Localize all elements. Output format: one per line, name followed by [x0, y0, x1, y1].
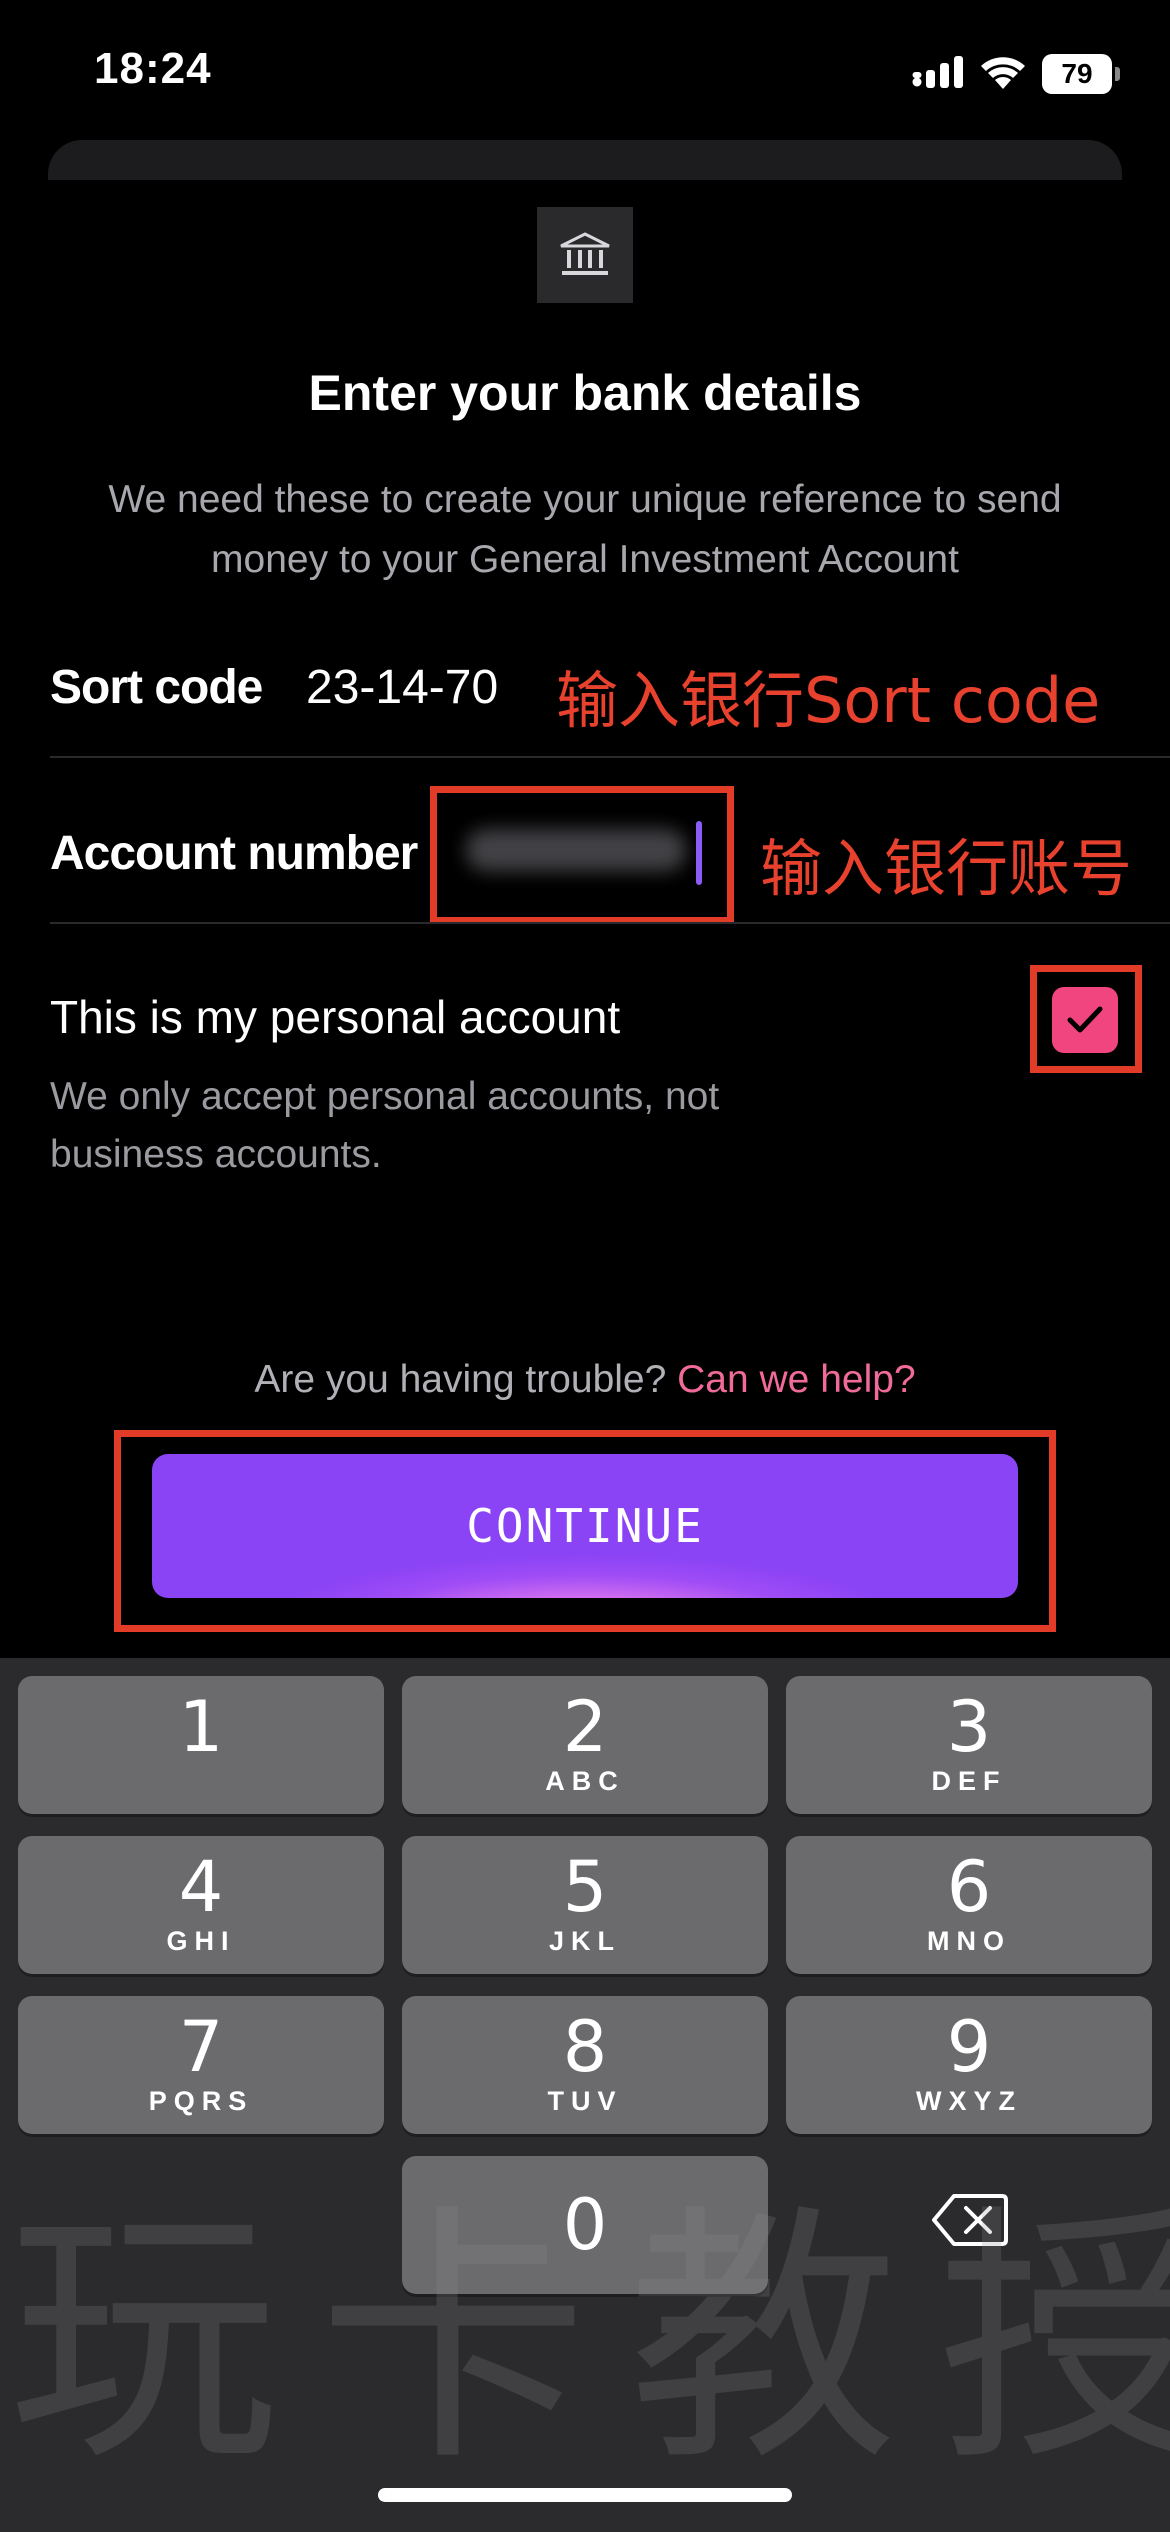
key-digit: 8 — [562, 2006, 608, 2088]
status-time: 18:24 — [94, 44, 212, 93]
key-letters: DEF — [931, 1766, 1007, 1796]
bank-icon — [537, 207, 633, 303]
key-letters: MNO — [927, 1926, 1011, 1956]
key-letters: ABC — [545, 1766, 625, 1796]
key-letters: WXYZ — [916, 2086, 1022, 2116]
key-1[interactable]: 1 — [18, 1676, 384, 1814]
key-letters: PQRS — [148, 2086, 254, 2116]
key-digit: 3 — [946, 1686, 992, 1768]
help-link[interactable]: Can we help? — [677, 1358, 916, 1401]
divider — [50, 922, 1170, 924]
status-bar: 18:24 79 — [0, 0, 1170, 140]
key-letters: TUV — [547, 2086, 623, 2116]
sort-code-annotation: 输入银行Sort code — [556, 664, 1101, 737]
key-2[interactable]: 2 ABC — [402, 1676, 768, 1814]
key-digit: 0 — [562, 2184, 608, 2266]
key-letters: JKL — [548, 1926, 621, 1956]
account-highlight-box — [430, 786, 734, 924]
home-indicator[interactable] — [378, 2488, 792, 2502]
checkbox-highlight-box — [1030, 965, 1142, 1073]
account-number-label: Account number — [50, 827, 418, 880]
key-digit: 9 — [946, 2006, 992, 2088]
key-digit: 6 — [946, 1846, 992, 1928]
key-digit: 1 — [178, 1686, 224, 1768]
key-digit: 4 — [178, 1846, 224, 1928]
key-letters: GHI — [166, 1926, 236, 1956]
account-annotation: 输入银行账号 — [760, 832, 1133, 905]
wifi-icon — [980, 55, 1026, 94]
key-0[interactable]: 0 — [402, 2156, 768, 2294]
personal-account-title: This is my personal account — [50, 991, 621, 1043]
help-question: Are you having trouble? — [254, 1358, 667, 1401]
key-5[interactable]: 5 JKL — [402, 1836, 768, 1974]
key-6[interactable]: 6 MNO — [786, 1836, 1152, 1974]
key-8[interactable]: 8 TUV — [402, 1996, 768, 2134]
sort-code-field[interactable]: 23-14-70 — [306, 660, 498, 715]
continue-highlight-box — [114, 1430, 1056, 1632]
key-digit: 2 — [562, 1686, 608, 1768]
page-title: Enter your bank details — [308, 365, 862, 421]
sheet-top-edge — [48, 140, 1122, 180]
divider — [50, 756, 1170, 758]
key-digit: 7 — [178, 2006, 224, 2088]
help-line: Are you having trouble? Can we help? — [0, 1358, 1170, 1402]
key-9[interactable]: 9 WXYZ — [786, 1996, 1152, 2134]
page-subtitle: We need these to create your unique refe… — [108, 478, 1062, 581]
signal-icon — [912, 55, 964, 93]
key-7[interactable]: 7 PQRS — [18, 1996, 384, 2134]
key-3[interactable]: 3 DEF — [786, 1676, 1152, 1814]
sort-code-label: Sort code — [50, 661, 263, 714]
backspace-icon[interactable] — [930, 2190, 1010, 2250]
key-4[interactable]: 4 GHI — [18, 1836, 384, 1974]
key-digit: 5 — [562, 1846, 608, 1928]
personal-account-note: We only accept personal accounts, not bu… — [50, 1075, 720, 1176]
numeric-keypad: 1 2 ABC 3 DEF 4 GHI 5 JKL 6 MNO 7 PQRS 8… — [0, 1658, 1170, 2532]
battery-icon: 79 — [1042, 54, 1120, 94]
status-icons: 79 — [912, 52, 1120, 96]
